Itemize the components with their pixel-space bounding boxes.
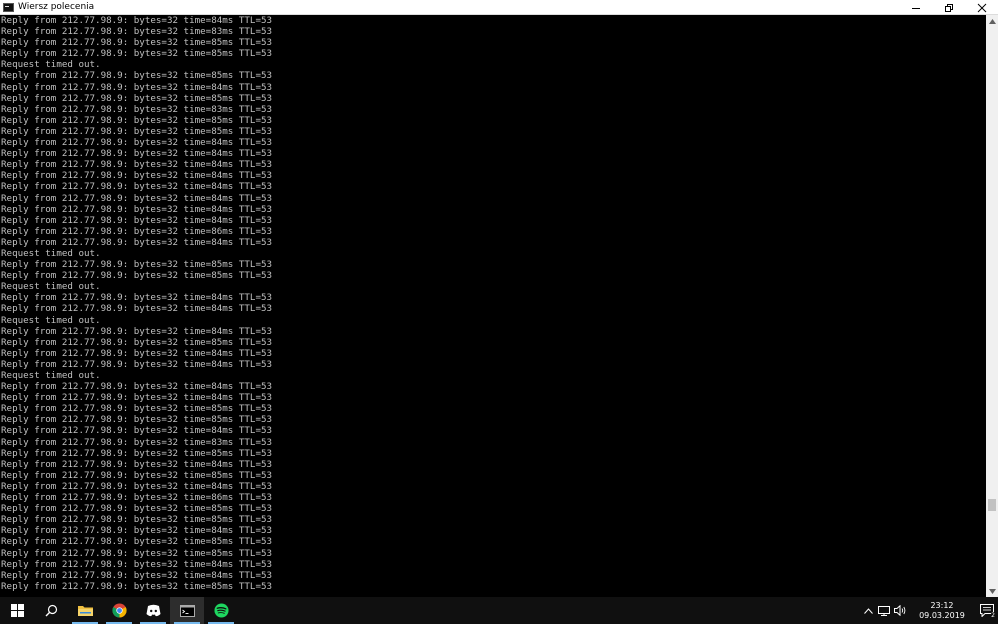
scroll-down-icon [988,588,996,594]
minimize-button[interactable] [899,0,932,15]
minimize-icon [911,7,920,9]
console-line: Reply from 212.77.98.9: bytes=32 time=84… [1,347,273,359]
console-line: Request timed out. [1,281,101,293]
restore-icon [944,3,953,12]
console-line: Reply from 212.77.98.9: bytes=32 time=83… [1,103,273,115]
console-line: Reply from 212.77.98.9: bytes=32 time=85… [1,447,273,459]
scroll-down-button[interactable] [986,585,998,597]
console-line: Reply from 212.77.98.9: bytes=32 time=84… [1,358,273,370]
network-button[interactable] [876,597,892,624]
folder-icon [77,606,93,616]
console-line: Reply from 212.77.98.9: bytes=32 time=84… [1,325,273,337]
console-line: Reply from 212.77.98.9: bytes=32 time=85… [1,70,273,82]
discord-icon [146,604,160,617]
console-line: Reply from 212.77.98.9: bytes=32 time=84… [1,214,273,226]
console-line: Reply from 212.77.98.9: bytes=32 time=84… [1,525,273,537]
console-line: Reply from 212.77.98.9: bytes=32 time=84… [1,192,273,204]
console-line: Reply from 212.77.98.9: bytes=32 time=85… [1,403,273,415]
console-line: Reply from 212.77.98.9: bytes=32 time=84… [1,15,273,26]
vertical-scrollbar[interactable] [986,15,998,597]
console-line: Reply from 212.77.98.9: bytes=32 time=85… [1,580,273,592]
console-line: Reply from 212.77.98.9: bytes=32 time=85… [1,92,273,104]
console-line: Request timed out. [1,247,101,259]
console-line: Reply from 212.77.98.9: bytes=32 time=86… [1,225,273,237]
window-controls [899,0,998,15]
console-line: Reply from 212.77.98.9: bytes=32 time=86… [1,492,273,504]
console-line: Reply from 212.77.98.9: bytes=32 time=85… [1,536,273,548]
console-line: Reply from 212.77.98.9: bytes=32 time=85… [1,336,273,348]
console-line: Reply from 212.77.98.9: bytes=32 time=85… [1,114,273,126]
console-line: Reply from 212.77.98.9: bytes=32 time=85… [1,414,273,426]
console-line: Reply from 212.77.98.9: bytes=32 time=85… [1,547,273,559]
console-line: Request timed out. [1,314,101,326]
search-icon [45,604,57,617]
volume-icon [893,605,905,616]
console-line: Reply from 212.77.98.9: bytes=32 time=84… [1,569,273,581]
console-line: Reply from 212.77.98.9: bytes=32 time=84… [1,303,273,315]
console-line: Reply from 212.77.98.9: bytes=32 time=85… [1,514,273,526]
console-line: Reply from 212.77.98.9: bytes=32 time=84… [1,203,273,215]
console-line: Reply from 212.77.98.9: bytes=32 time=84… [1,381,273,393]
console-line: Reply from 212.77.98.9: bytes=32 time=85… [1,37,273,49]
console-line: Reply from 212.77.98.9: bytes=32 time=84… [1,480,273,492]
spotify-button[interactable] [204,597,238,624]
clock-date: 09.03.2019 [919,610,965,620]
console-line: Reply from 212.77.98.9: bytes=32 time=83… [1,26,273,38]
console-output[interactable]: Reply from 212.77.98.9: bytes=32 time=84… [0,15,986,597]
console-line: Reply from 212.77.98.9: bytes=32 time=84… [1,392,273,404]
network-icon [878,605,890,616]
discord-button[interactable] [136,597,170,624]
console-line: Reply from 212.77.98.9: bytes=32 time=84… [1,425,273,437]
console-line: Reply from 212.77.98.9: bytes=32 time=85… [1,503,273,515]
console-line: Request timed out. [1,59,101,71]
command-prompt-button[interactable] [170,597,204,624]
console-line: Reply from 212.77.98.9: bytes=32 time=84… [1,81,273,93]
system-tray: 23:12 09.03.2019 2 [860,597,998,624]
restore-button[interactable] [932,0,965,15]
console-line: Reply from 212.77.98.9: bytes=32 time=84… [1,181,273,193]
close-icon [977,3,986,12]
console-line: Reply from 212.77.98.9: bytes=32 time=85… [1,270,273,282]
console-line: Reply from 212.77.98.9: bytes=32 time=84… [1,170,273,182]
notification-count: 2 [991,612,995,619]
volume-button[interactable] [892,597,908,624]
console-line: Reply from 212.77.98.9: bytes=32 time=84… [1,148,273,160]
console-text: Reply from 212.77.98.9: bytes=32 time=84… [0,15,986,592]
start-button[interactable] [0,597,34,624]
cmd-icon [3,2,14,12]
windows-logo-icon [10,604,24,617]
file-explorer-button[interactable] [68,597,102,624]
console-line: Reply from 212.77.98.9: bytes=32 time=84… [1,137,273,149]
clock[interactable]: 23:12 09.03.2019 [912,597,972,624]
console-line: Reply from 212.77.98.9: bytes=32 time=84… [1,159,273,171]
scroll-up-button[interactable] [986,15,998,27]
cmd-icon [179,604,195,617]
close-button[interactable] [965,0,998,15]
console-line: Reply from 212.77.98.9: bytes=32 time=85… [1,469,273,481]
console-line: Reply from 212.77.98.9: bytes=32 time=85… [1,125,273,137]
chrome-icon [111,603,127,618]
console-line: Request timed out. [1,370,101,381]
window-title: Wiersz polecenia [18,1,95,12]
title-bar[interactable]: Wiersz polecenia [0,0,998,15]
chrome-button[interactable] [102,597,136,624]
console-line: Reply from 212.77.98.9: bytes=32 time=84… [1,458,273,470]
console-line: Reply from 212.77.98.9: bytes=32 time=85… [1,48,273,60]
console-line: Reply from 212.77.98.9: bytes=32 time=85… [1,259,273,271]
console-line: Reply from 212.77.98.9: bytes=32 time=84… [1,292,273,304]
taskbar: 23:12 09.03.2019 2 [0,597,998,624]
chevron-up-icon [863,607,873,614]
show-hidden-icons-button[interactable] [860,597,876,624]
scroll-thumb[interactable] [988,499,996,511]
search-button[interactable] [34,597,68,624]
scroll-up-icon [988,18,996,24]
console-line: Reply from 212.77.98.9: bytes=32 time=84… [1,236,273,248]
console-line: Reply from 212.77.98.9: bytes=32 time=83… [1,436,273,448]
action-center-button[interactable]: 2 [976,597,998,624]
console-line: Reply from 212.77.98.9: bytes=32 time=84… [1,558,273,570]
spotify-icon [213,603,229,618]
clock-time: 23:12 [930,600,954,610]
